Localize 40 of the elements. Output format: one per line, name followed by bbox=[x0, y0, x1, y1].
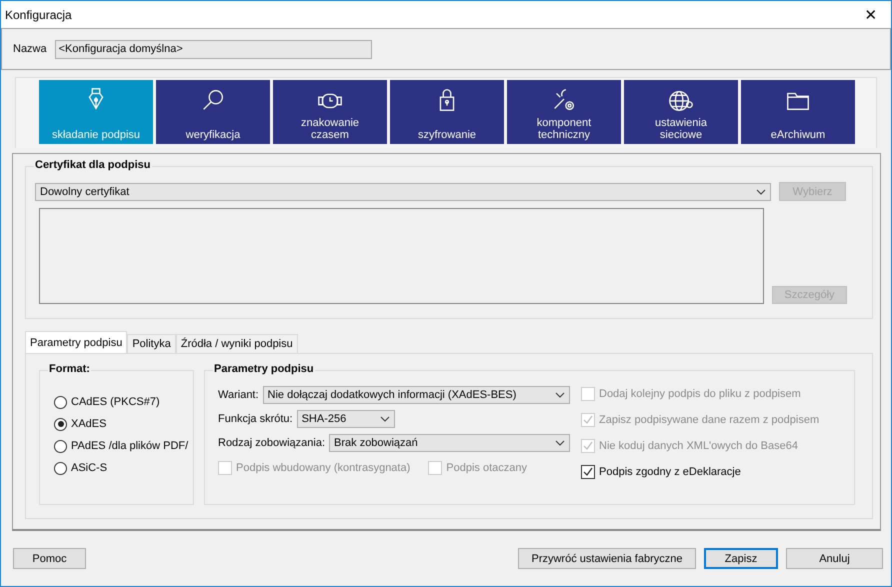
nav-tile[interactable]: komponent techniczny bbox=[507, 80, 621, 144]
tab[interactable]: Źródła / wyniki podpisu bbox=[176, 334, 298, 353]
caret-icon bbox=[555, 392, 565, 398]
checkmark-icon bbox=[582, 466, 594, 478]
dropdown[interactable]: Brak zobowiązań bbox=[329, 434, 570, 452]
nav-tile[interactable]: znakowanie czasem bbox=[273, 80, 387, 144]
radio-option[interactable]: XAdES bbox=[54, 413, 193, 435]
caret-icon bbox=[756, 188, 766, 194]
tab[interactable]: Parametry podpisu bbox=[25, 331, 128, 353]
group-title: Certyfikat dla podpisu bbox=[34, 159, 152, 171]
certificate-dropdown[interactable]: Dowolny certyfikat bbox=[35, 182, 771, 200]
checkmark-icon bbox=[582, 440, 594, 452]
group-title: Format: bbox=[48, 363, 91, 375]
field-label: Rodzaj zobowiązania: bbox=[218, 437, 326, 449]
caret-icon bbox=[555, 440, 565, 446]
field-label: Wariant: bbox=[218, 389, 259, 401]
nav-tile[interactable]: weryfikacja bbox=[156, 80, 270, 144]
dropdown[interactable]: Nie dołączaj dodatkowych informacji (XAdES-BES) bbox=[262, 386, 570, 404]
radio-option[interactable]: ASiC-S bbox=[54, 457, 193, 479]
name-field[interactable]: <Konfiguracja domyślna> bbox=[54, 40, 372, 58]
caret-icon bbox=[380, 416, 390, 422]
nav-tile[interactable]: ustawienia sieciowe bbox=[624, 80, 738, 144]
dialog-button[interactable]: Przywróć ustawienia fabryczne bbox=[518, 548, 696, 569]
tab[interactable]: Polityka bbox=[127, 334, 176, 353]
nav-tile[interactable]: eArchiwum bbox=[741, 80, 855, 144]
radio-option[interactable]: PAdES /dla plików PDF/ bbox=[54, 435, 193, 457]
dropdown[interactable]: SHA-256 bbox=[296, 410, 395, 428]
close-button[interactable]: ✕ bbox=[851, 1, 891, 28]
field-label: Funkcja skrótu: bbox=[218, 413, 293, 425]
nav-tile[interactable]: składanie podpisu bbox=[39, 80, 153, 144]
nav-tile[interactable]: szyfrowanie bbox=[390, 80, 504, 144]
checkbox-option[interactable]: Podpis zgodny z eDeklaracje bbox=[581, 462, 820, 482]
help-button[interactable]: Pomoc bbox=[13, 548, 86, 569]
radio-option[interactable]: CAdES (PKCS#7) bbox=[54, 391, 193, 413]
checkmark-icon bbox=[582, 414, 594, 426]
name-label: Nazwa bbox=[13, 43, 47, 55]
dialog-button[interactable]: Anuluj bbox=[786, 548, 883, 569]
group-title: Parametry podpisu bbox=[213, 363, 315, 375]
window-title: Konfiguracja bbox=[5, 8, 72, 22]
dialog-button[interactable]: Zapisz bbox=[704, 548, 778, 569]
